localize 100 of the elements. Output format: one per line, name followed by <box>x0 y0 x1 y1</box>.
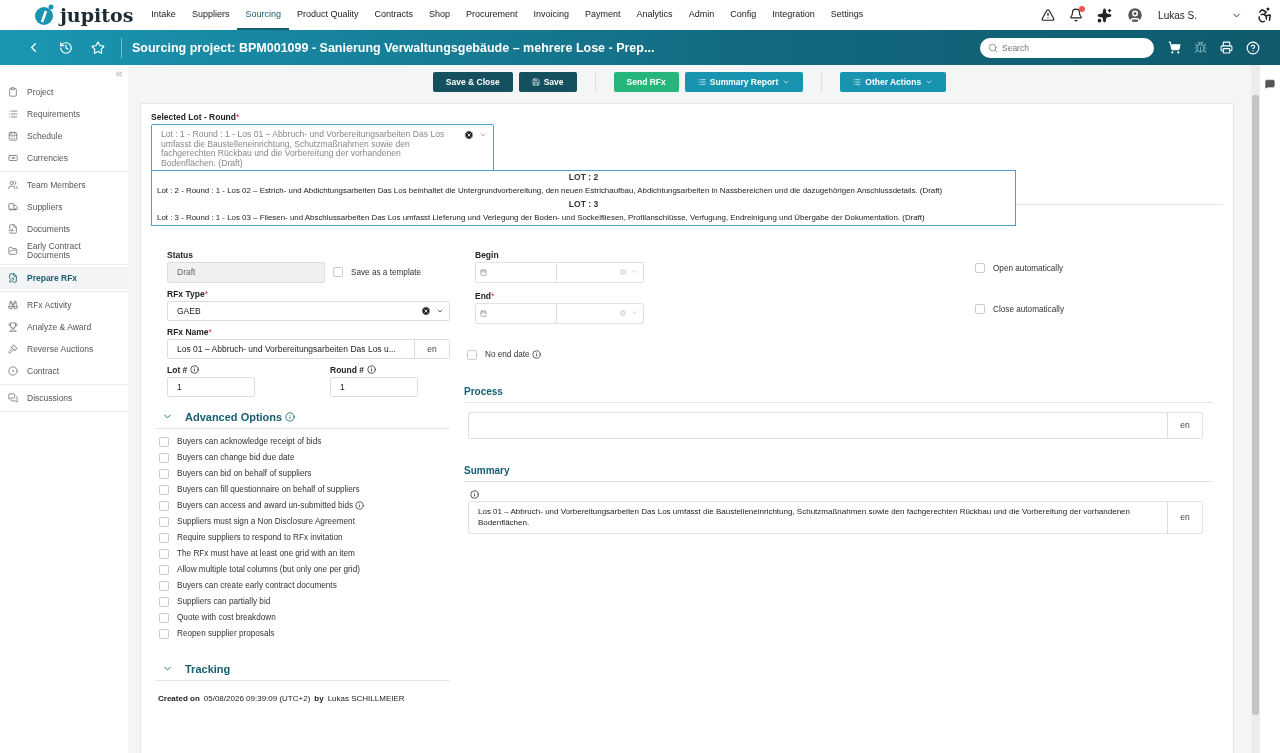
checkbox[interactable] <box>159 596 169 607</box>
checkbox[interactable] <box>159 516 169 527</box>
history-icon[interactable] <box>59 40 73 55</box>
group-header: LOT : 2 <box>567 171 600 183</box>
section-title[interactable]: Tracking <box>185 662 231 675</box>
sidebar-item[interactable]: Analyze & Award <box>0 316 128 338</box>
search-field[interactable]: Search <box>980 37 1154 58</box>
sidebar-item[interactable]: Team Members <box>0 174 128 196</box>
sidebar-item[interactable]: Suppliers <box>0 196 128 218</box>
field-label: RFx Name* <box>167 326 213 337</box>
nav-item[interactable]: Shop <box>421 0 458 30</box>
nav-item[interactable]: Intake <box>143 0 184 30</box>
scrollbar[interactable] <box>1251 65 1260 753</box>
checkbox[interactable] <box>975 304 985 314</box>
toolbar-button[interactable]: Save <box>518 72 577 92</box>
sidebar-item[interactable]: Early Contract Documents <box>0 240 128 262</box>
nav-item[interactable]: Payment <box>577 0 629 30</box>
section-title[interactable]: Advanced Options <box>185 410 296 423</box>
chat-icon <box>8 393 18 403</box>
bug-icon[interactable] <box>1194 41 1207 54</box>
nav-item[interactable]: Admin <box>680 0 723 30</box>
clipboard-icon <box>8 87 18 97</box>
info-icon <box>190 365 200 374</box>
checkbox-label: Open automatically <box>993 263 1064 273</box>
warning-icon[interactable] <box>1041 8 1056 22</box>
nav-item[interactable]: Suppliers <box>183 0 238 30</box>
sidebar-item[interactable]: RFx Activity <box>0 294 128 316</box>
section-title: Summary <box>464 464 1213 482</box>
checkbox[interactable] <box>159 452 169 463</box>
nav-item[interactable]: Analytics <box>628 0 681 30</box>
checkbox-label: The RFx must have at least one grid with an item <box>177 549 355 558</box>
caret-icon[interactable] <box>479 131 487 139</box>
chat-icon[interactable] <box>1265 79 1275 89</box>
avatar-icon[interactable] <box>1126 6 1145 24</box>
accessibility-icon[interactable] <box>1256 6 1274 24</box>
search-icon <box>988 42 998 53</box>
sidebar-item[interactable]: Prepare RFx <box>0 267 128 289</box>
checkbox[interactable] <box>159 580 169 591</box>
checkbox-label: Buyers can change bid due date <box>177 453 295 462</box>
toolbar-button[interactable]: Other Actions <box>840 72 947 92</box>
round-number-field[interactable]: 1 <box>330 376 418 397</box>
rfx-name-field[interactable]: Los 01 – Abbruch- und Vorbereitungsarbeiten Das Los u... en <box>167 338 450 359</box>
nav-item[interactable]: Invoicing <box>525 0 578 30</box>
collapse-icon[interactable] <box>114 69 124 79</box>
checkbox-label: Buyers can access and award un-submitted bids <box>177 501 365 510</box>
rfx-type-select[interactable]: GAEB <box>167 300 450 321</box>
nav-item[interactable]: Procurement <box>458 0 526 30</box>
sidebar-item[interactable]: Documents <box>0 218 128 240</box>
sidebar-item[interactable]: Requirements <box>0 103 128 125</box>
toolbar-button[interactable]: Summary Report <box>684 72 804 92</box>
sidebar-item[interactable]: Project <box>0 81 128 103</box>
sidebar-item[interactable]: Contract <box>0 360 128 382</box>
checkbox[interactable] <box>159 564 169 575</box>
checkbox[interactable] <box>333 267 343 277</box>
printer-icon[interactable] <box>1220 41 1233 54</box>
nav-item[interactable]: Config <box>722 0 765 30</box>
calendar-icon[interactable] <box>480 268 487 276</box>
sidebar-item[interactable]: Discussions <box>0 387 128 409</box>
checkbox[interactable] <box>159 532 169 543</box>
required-mark: * <box>204 288 208 299</box>
field-label: Selected Lot - Round* <box>151 112 241 122</box>
checkbox[interactable] <box>159 500 169 511</box>
cart-icon[interactable] <box>1168 41 1181 54</box>
checkbox[interactable] <box>159 484 169 495</box>
list-icon <box>697 78 706 86</box>
notification-bell-icon[interactable] <box>1069 8 1084 22</box>
clear-icon[interactable] <box>464 130 474 140</box>
checkbox-label: Buyers can acknowledge receipt of bids <box>177 437 322 446</box>
section-title: Process <box>464 385 1213 403</box>
help-icon[interactable] <box>1246 40 1260 55</box>
checkbox-label: Buyers can fill questionnaire on behalf of suppliers <box>177 485 360 494</box>
checkbox[interactable] <box>467 349 477 360</box>
nav-item[interactable]: Settings <box>822 0 872 30</box>
checkbox[interactable] <box>975 263 985 273</box>
sparkles-icon[interactable] <box>1097 7 1113 23</box>
toolbar-button[interactable]: Save & Close <box>432 72 513 92</box>
sidebar-item[interactable]: Reverse Auctions <box>0 338 128 360</box>
binoculars-icon <box>8 300 18 310</box>
date-field[interactable] <box>475 261 644 283</box>
nav-item[interactable]: Contracts <box>366 0 421 30</box>
caret-icon <box>925 78 934 86</box>
checkbox[interactable] <box>159 468 169 479</box>
checkbox[interactable] <box>159 436 169 447</box>
sidebar-item[interactable]: Schedule <box>0 125 128 147</box>
calendar-icon[interactable] <box>480 309 487 317</box>
checkbox[interactable] <box>159 612 169 623</box>
clear-icon[interactable] <box>421 305 431 316</box>
user-name[interactable]: Lukas S. <box>1158 9 1197 21</box>
sidebar-item[interactable]: Currencies <box>0 147 128 169</box>
process-field[interactable]: en <box>468 411 1203 439</box>
checkbox[interactable] <box>159 628 169 639</box>
star-icon[interactable] <box>91 40 105 55</box>
summary-field[interactable]: Los 01 – Abbruch- und Vorbereitungsarbeiten Das Los umfasst die Baustelleneinrichtung, Schutzmaßnahmen sowie den fachgerechten Rückbau und die Vorbereitung der vorhandenen Bodenflächen. en <box>468 500 1203 534</box>
lot-number-field[interactable]: 1 <box>167 376 255 397</box>
field-label: Begin <box>475 249 500 260</box>
nav-item[interactable]: Product Quality <box>288 0 367 30</box>
checkbox[interactable] <box>159 548 169 559</box>
date-field[interactable] <box>475 302 644 324</box>
checkbox-label: Suppliers can partially bid <box>177 597 271 606</box>
nav-item[interactable]: Integration <box>764 0 823 30</box>
